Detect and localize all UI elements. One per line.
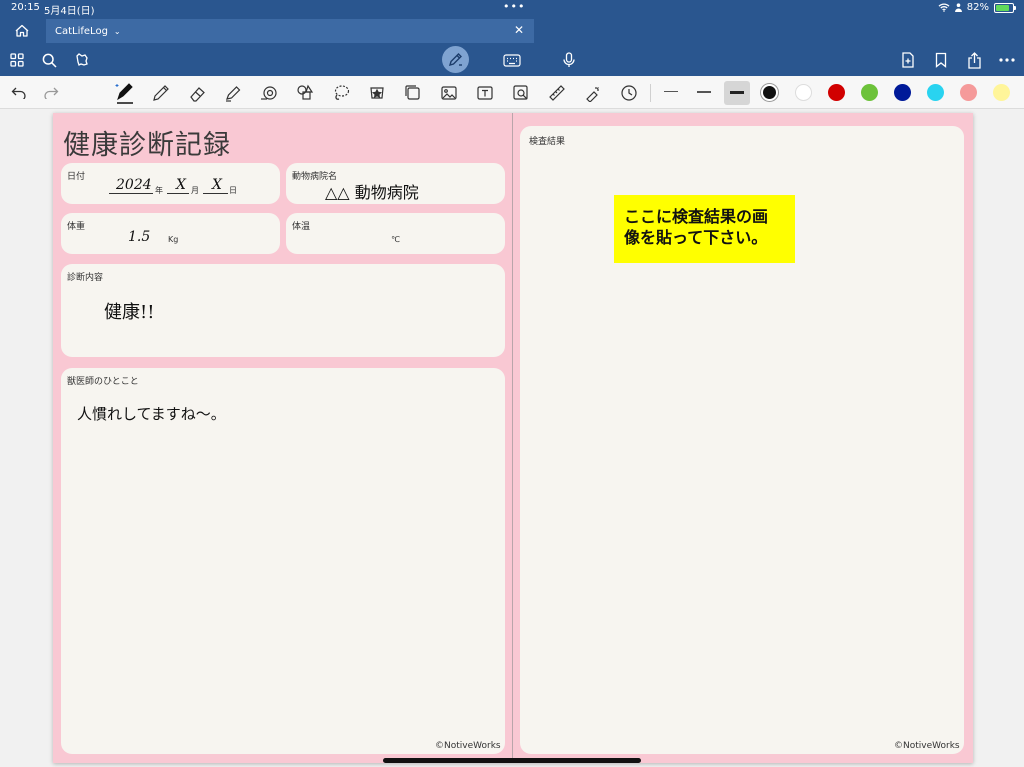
status-date: 5月4日(日): [44, 6, 95, 17]
color-swatch-navy[interactable]: [894, 84, 911, 101]
diagnosis-handwritten: 健康!!: [104, 302, 155, 323]
paste-image-callout[interactable]: ここに検査結果の画 像を貼って下さい。: [614, 195, 795, 263]
bookmark-icon[interactable]: [930, 49, 952, 71]
status-bar: 20:15 5月4日(日) ••• 82%: [0, 0, 1024, 17]
callout-line-2: 像を貼って下さい。: [624, 228, 768, 247]
fountain-pen-icon[interactable]: [113, 79, 137, 107]
credit-right: ©NotiveWorks: [894, 741, 960, 751]
microphone-icon[interactable]: [558, 49, 580, 71]
person-icon: [954, 3, 962, 12]
eraser-icon[interactable]: [186, 82, 208, 104]
home-indicator[interactable]: [383, 758, 641, 763]
callout-line-1: ここに検査結果の画: [624, 207, 769, 226]
multitasking-dots[interactable]: •••: [503, 0, 525, 13]
share-icon[interactable]: [963, 49, 985, 71]
tab-title: CatLifeLog: [55, 25, 108, 37]
pen-mode-button[interactable]: [442, 46, 469, 73]
page-divider: [512, 113, 513, 763]
color-swatch-pink[interactable]: [960, 84, 977, 101]
date-card[interactable]: 日付: [61, 163, 280, 204]
chevron-down-icon[interactable]: ⌄: [114, 27, 121, 36]
undo-icon[interactable]: [8, 82, 30, 104]
grid-icon[interactable]: [6, 49, 28, 71]
weight-card[interactable]: 体重: [61, 213, 280, 254]
timer-icon[interactable]: [618, 82, 640, 104]
shape-tool-icon[interactable]: [258, 82, 280, 104]
keyboard-icon[interactable]: [501, 49, 523, 71]
lasso-icon[interactable]: [71, 49, 93, 71]
hospital-handwritten: △△ 動物病院: [325, 183, 419, 202]
highlighter-icon[interactable]: [222, 82, 244, 104]
wifi-icon: [938, 3, 950, 12]
text-box-icon[interactable]: [474, 82, 496, 104]
tab-bar: CatLifeLog ⌄ ✕: [0, 17, 1024, 43]
close-icon[interactable]: ✕: [514, 23, 524, 37]
year-underline: [109, 193, 153, 194]
date-day-handwritten: X: [212, 177, 222, 193]
page-title: 健康診断記録: [63, 130, 231, 161]
diagnosis-label: 診断内容: [67, 273, 104, 283]
vet-comment-card[interactable]: 獣医師のひとこと: [61, 368, 505, 754]
weight-handwritten: 1.5: [128, 229, 151, 245]
vet-comment-handwritten: 人慣れしてますね〜。: [77, 405, 226, 423]
temperature-card[interactable]: 体温: [286, 213, 505, 254]
sticky-note-icon[interactable]: [402, 82, 424, 104]
test-results-label: 検査結果: [529, 137, 566, 147]
color-swatch-red[interactable]: [828, 84, 845, 101]
image-icon[interactable]: [438, 82, 460, 104]
month-unit: 月: [191, 186, 199, 195]
sticker-icon[interactable]: [366, 82, 388, 104]
search-icon[interactable]: [38, 49, 60, 71]
more-icon[interactable]: [996, 49, 1018, 71]
color-swatch-yellow[interactable]: [993, 84, 1010, 101]
color-swatch-green[interactable]: [861, 84, 878, 101]
color-swatch-cyan[interactable]: [927, 84, 944, 101]
home-button[interactable]: [10, 21, 34, 39]
shapes-icon[interactable]: [294, 82, 316, 104]
weight-unit: Kg: [168, 235, 179, 244]
month-underline: [167, 193, 189, 194]
pencil-icon[interactable]: [150, 82, 172, 104]
color-swatch-white[interactable]: [795, 84, 812, 101]
laser-pointer-icon[interactable]: [582, 82, 604, 104]
year-unit: 年: [155, 186, 163, 195]
stroke-thin[interactable]: [664, 91, 678, 92]
image-scan-icon[interactable]: [510, 82, 532, 104]
credit-left: ©NotiveWorks: [435, 741, 501, 751]
color-swatch-black-selected[interactable]: [761, 84, 778, 101]
ruler-icon[interactable]: [546, 82, 568, 104]
tools-toolbar: [0, 76, 1024, 109]
stroke-thick[interactable]: [730, 91, 744, 94]
day-underline: [203, 193, 228, 194]
redo-icon[interactable]: [40, 82, 62, 104]
stroke-medium[interactable]: [697, 91, 711, 93]
temperature-unit: ℃: [391, 235, 400, 244]
lasso-select-icon[interactable]: [330, 82, 352, 104]
date-year-handwritten: 2024: [116, 177, 152, 193]
temperature-label: 体温: [292, 222, 311, 232]
weight-label: 体重: [67, 222, 86, 232]
vet-comment-label: 獣医師のひとこと: [67, 377, 139, 387]
battery-percent: 82%: [966, 2, 989, 13]
add-page-icon[interactable]: [897, 49, 919, 71]
home-icon: [15, 24, 29, 37]
pen-icon: [448, 53, 462, 67]
date-label: 日付: [67, 172, 86, 182]
battery-icon: [994, 2, 1016, 13]
status-time: 20:15: [11, 2, 40, 13]
tab-catlifelog[interactable]: CatLifeLog ⌄ ✕: [46, 19, 534, 43]
nav-toolbar: [0, 43, 1024, 76]
date-month-handwritten: X: [176, 177, 186, 193]
day-unit: 日: [229, 186, 237, 195]
status-right: 82%: [938, 2, 1016, 13]
toolbar-divider: [650, 84, 651, 102]
